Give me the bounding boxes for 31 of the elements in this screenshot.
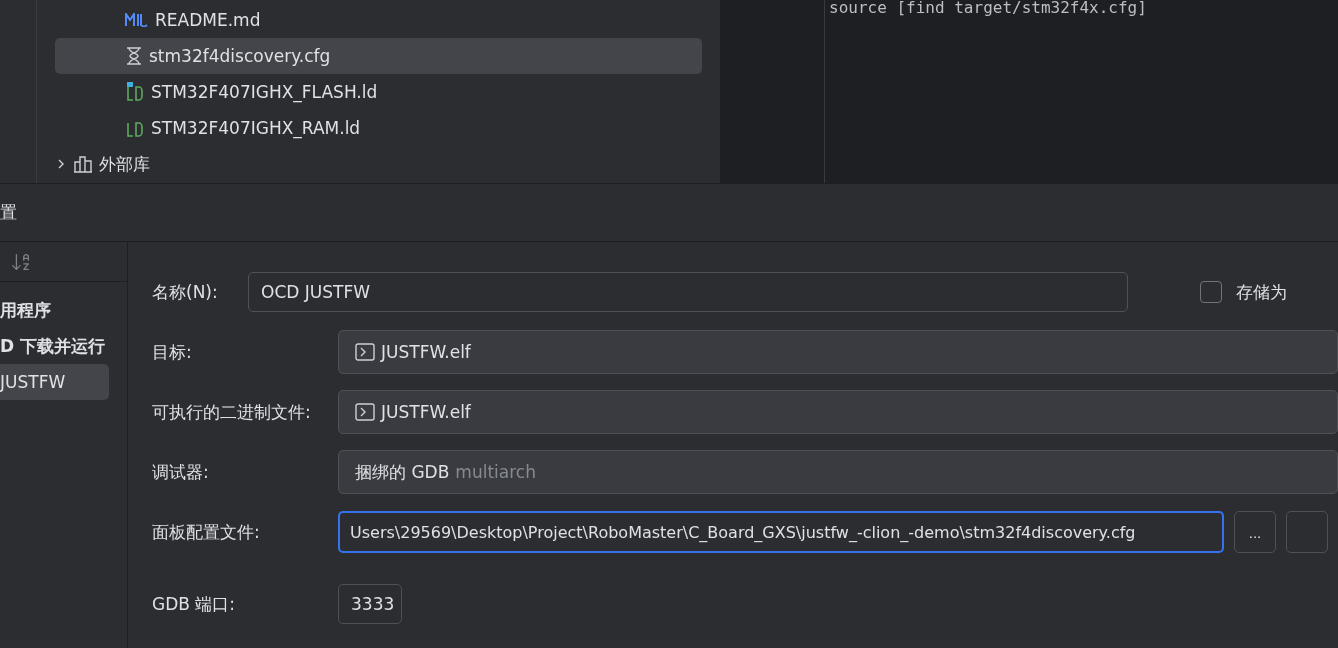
field-label: 调试器: [152, 460, 210, 484]
tree-item[interactable]: STM32F407IGHX_RAM.ld [55, 110, 702, 146]
target-select[interactable]: JUSTFW.elf [338, 330, 1338, 374]
port-label: GDB 端口: [152, 592, 237, 616]
tree-item[interactable]: stm32f4discovery.cfg [55, 38, 702, 74]
port-field[interactable]: 3333 [338, 584, 402, 624]
field-label: 目标: [152, 340, 193, 364]
linker-file-icon [125, 82, 145, 102]
hourglass-icon [125, 47, 143, 65]
checkbox[interactable] [1200, 281, 1222, 303]
browse-button[interactable]: ... [1234, 511, 1276, 553]
tree-item[interactable]: STM32F407IGHX_FLASH.ld [55, 74, 702, 110]
terminal-icon [355, 403, 375, 421]
target-select[interactable]: JUSTFW.elf [338, 390, 1338, 434]
store-label: 存储为 [1236, 280, 1287, 304]
config-group[interactable]: D 下载并运行 [0, 328, 109, 364]
dialog-title: 置 [0, 201, 17, 224]
tree-item[interactable]: 外部库 [55, 146, 702, 182]
config-group[interactable]: 用程序 [0, 292, 109, 328]
side-button[interactable] [1286, 511, 1328, 553]
terminal-icon [355, 343, 375, 361]
path-field[interactable]: Users\29569\Desktop\Project\RoboMaster\C_Board_GXS\justfw_-clion_-demo\stm32f4discovery.cfg [338, 511, 1224, 553]
name-label: 名称(N): [152, 280, 219, 304]
library-icon [73, 155, 93, 173]
field-label: 面板配置文件: [152, 520, 261, 544]
markdown-icon [125, 13, 149, 27]
field-label: 可执行的二进制文件: [152, 400, 312, 424]
name-field[interactable]: OCD JUSTFW [248, 272, 1128, 312]
tree-item[interactable]: README.md [55, 2, 702, 38]
code-line: source [find target/stm32f4x.cfg] [828, 0, 1147, 18]
debugger-select[interactable]: 捆绑的 GDB multiarch [338, 450, 1338, 494]
